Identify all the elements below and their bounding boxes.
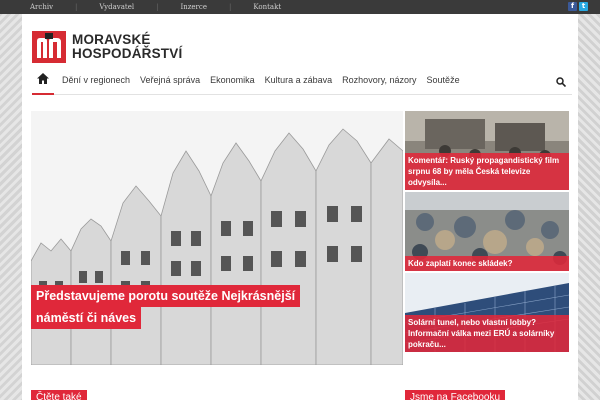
main-nav: Dění v regionech Veřejná správa Ekonomik…: [32, 65, 572, 95]
logo-mark-icon: [32, 31, 66, 63]
hero-caption-line-2: náměstí či náves: [31, 307, 142, 329]
featured-article[interactable]: Solární tunel, nebo vlastní lobby? Infor…: [405, 273, 569, 352]
top-link-archiv[interactable]: Archiv: [30, 3, 53, 11]
logo-text: MORAVSKÉ HOSPODÁŘSTVÍ: [72, 33, 182, 61]
main-content: MORAVSKÉ HOSPODÁŘSTVÍ Dění v regionech V…: [22, 14, 578, 400]
nav-item-souteze[interactable]: Soutěže: [427, 75, 460, 85]
top-links: Archiv | Vydavatel | Inzerce | Kontakt: [30, 0, 303, 14]
nav-home[interactable]: [32, 65, 54, 95]
featured-article[interactable]: Kdo zaplatí konec skládek?: [405, 192, 569, 271]
search-icon: [556, 77, 567, 88]
separator: |: [75, 3, 78, 11]
facebook-section: Jsme na Facebooku: [405, 387, 569, 400]
facebook-heading: Jsme na Facebooku: [405, 390, 506, 400]
left-decorative-strip: [0, 0, 22, 400]
featured-caption: Solární tunel, nebo vlastní lobby? Infor…: [405, 315, 569, 352]
top-link-kontakt[interactable]: Kontakt: [253, 3, 281, 11]
site-logo[interactable]: MORAVSKÉ HOSPODÁŘSTVÍ: [32, 28, 182, 66]
nav-item-kultura[interactable]: Kultura a zábava: [265, 75, 333, 85]
top-bar: Archiv | Vydavatel | Inzerce | Kontakt f…: [0, 0, 600, 14]
featured-caption: Kdo zaplatí konec skládek?: [405, 256, 569, 271]
twitter-icon[interactable]: t: [579, 2, 588, 11]
top-link-vydavatel[interactable]: Vydavatel: [99, 3, 134, 11]
social-links: f t: [568, 2, 588, 11]
right-decorative-strip: [578, 0, 600, 400]
separator: |: [228, 3, 232, 11]
featured-list: Komentář: Ruský propagandistický film sr…: [405, 111, 569, 354]
read-also-heading: Čtěte také: [31, 390, 87, 400]
facebook-icon[interactable]: f: [568, 2, 577, 11]
featured-caption: Komentář: Ruský propagandistický film sr…: [405, 153, 569, 190]
top-link-inzerce[interactable]: Inzerce: [180, 3, 207, 11]
search-button[interactable]: [556, 74, 567, 92]
nav-item-verejna-sprava[interactable]: Veřejná správa: [140, 75, 200, 85]
read-also-section: Čtěte také: [31, 387, 381, 400]
home-icon: [37, 73, 49, 84]
nav-item-ekonomika[interactable]: Ekonomika: [210, 75, 255, 85]
nav-item-regiony[interactable]: Dění v regionech: [62, 75, 130, 85]
logo-line-1: MORAVSKÉ: [72, 32, 151, 47]
logo-line-2: HOSPODÁŘSTVÍ: [72, 46, 183, 61]
hero-caption-line-1: Představujeme porotu soutěže Nejkrásnějš…: [31, 285, 301, 307]
featured-article[interactable]: Komentář: Ruský propagandistický film sr…: [405, 111, 569, 190]
hero-caption[interactable]: Představujeme porotu soutěže Nejkrásnějš…: [31, 285, 301, 329]
nav-item-rozhovory[interactable]: Rozhovory, názory: [342, 75, 416, 85]
hero-article[interactable]: Představujeme porotu soutěže Nejkrásnějš…: [31, 111, 403, 365]
separator: |: [156, 3, 159, 11]
